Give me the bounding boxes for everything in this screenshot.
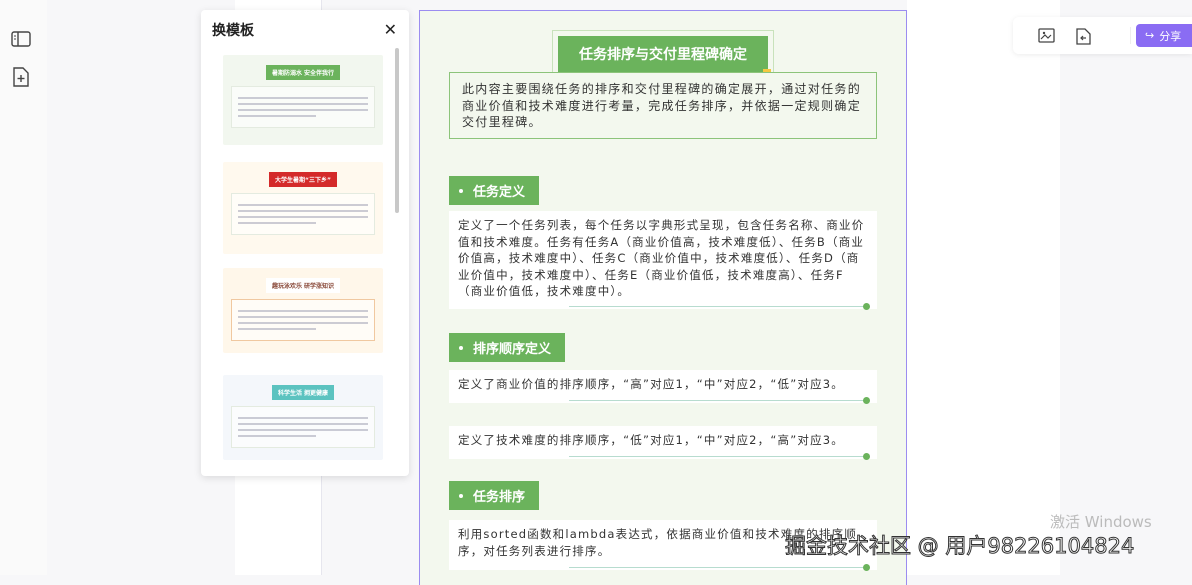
template-title: 科学生活 拥更健康 (271, 385, 335, 400)
right-area (907, 0, 1060, 575)
template-thumbnail[interactable]: 趣玩泳欢乐 研学涨知识 (223, 268, 383, 353)
add-page-icon[interactable] (10, 66, 32, 88)
template-title: 大学生暑期“三下乡” (269, 172, 337, 187)
content-card[interactable]: 定义了商业价值的排序顺序，“高”对应1，“中”对应2，“低”对应3。 (449, 370, 877, 404)
section-heading[interactable]: 任务定义 (449, 176, 540, 205)
template-preview-text (231, 193, 375, 235)
decorative-line (569, 397, 870, 404)
document-canvas[interactable]: 任务排序与交付里程碑确定 此内容主要围绕任务的排序和交付里程碑的确定展开，通过对… (419, 10, 907, 585)
bullet-icon (459, 493, 463, 498)
top-toolbar: ↪ 分享 (1013, 17, 1192, 54)
section-heading[interactable]: 排序顺序定义 (449, 333, 566, 362)
card-text: 定义了商业价值的排序顺序，“高”对应1，“中”对应2，“低”对应3。 (458, 377, 844, 391)
card-text: 定义了技术难度的排序顺序，“低”对应1，“中”对应2，“高”对应3。 (458, 433, 844, 447)
template-title: 暑期防溺水 安全伴我行 (265, 65, 341, 80)
template-title: 趣玩泳欢乐 研学涨知识 (265, 278, 341, 293)
layout-panel-icon[interactable] (10, 28, 32, 50)
watermark: 掘金技术社区 @ 用户98226104824 (784, 534, 1135, 559)
section-heading-label: 任务定义 (473, 185, 526, 200)
scrollbar[interactable] (395, 48, 399, 213)
doc-title[interactable]: 任务排序与交付里程碑确定 (558, 36, 768, 72)
template-thumbnail[interactable]: 科学生活 拥更健康 (223, 375, 383, 460)
section-heading-label: 排序顺序定义 (473, 342, 552, 357)
bullet-icon (459, 188, 463, 193)
close-icon[interactable]: ✕ (384, 20, 397, 39)
import-file-icon[interactable] (1073, 26, 1093, 46)
section-heading[interactable]: 任务排序 (449, 481, 540, 510)
decorative-line (569, 303, 870, 310)
windows-activation-notice: 激活 Windows (1050, 513, 1152, 531)
panel-title: 换模板 (212, 23, 254, 39)
section-heading-label: 任务排序 (473, 490, 526, 505)
template-thumbnail[interactable]: 暑期防溺水 安全伴我行 (223, 55, 383, 145)
bullet-icon (459, 345, 463, 350)
template-preview-text (231, 406, 375, 448)
decorative-line (569, 453, 870, 460)
divider (1130, 27, 1131, 44)
template-preview-text (231, 86, 375, 128)
template-panel: 换模板 ✕ 暑期防溺水 安全伴我行 大学生暑期“三下乡” 趣玩泳欢乐 研学涨知识 科学… (201, 10, 409, 476)
template-preview-text (231, 299, 375, 341)
share-icon: ↪ (1145, 29, 1155, 42)
template-thumbnail[interactable]: 大学生暑期“三下乡” (223, 162, 383, 254)
decorative-line (569, 564, 870, 571)
share-label: 分享 (1159, 29, 1182, 43)
content-card[interactable]: 定义了一个任务列表，每个任务以字典形式呈现，包含任务名称、商业价值和技术难度。任… (449, 211, 877, 310)
left-sidebar (0, 0, 47, 575)
content-card[interactable]: 定义了技术难度的排序顺序，“低”对应1，“中”对应2，“高”对应3。 (449, 426, 877, 460)
card-text: 定义了一个任务列表，每个任务以字典形式呈现，包含任务名称、商业价值和技术难度。任… (458, 218, 865, 298)
share-button[interactable]: ↪ 分享 (1136, 24, 1192, 47)
intro-box[interactable]: 此内容主要围绕任务的排序和交付里程碑的确定展开，通过对任务的商业价值和技术难度进… (449, 72, 877, 139)
image-icon[interactable] (1037, 26, 1057, 46)
doc-title-frame: 任务排序与交付里程碑确定 (552, 30, 774, 78)
